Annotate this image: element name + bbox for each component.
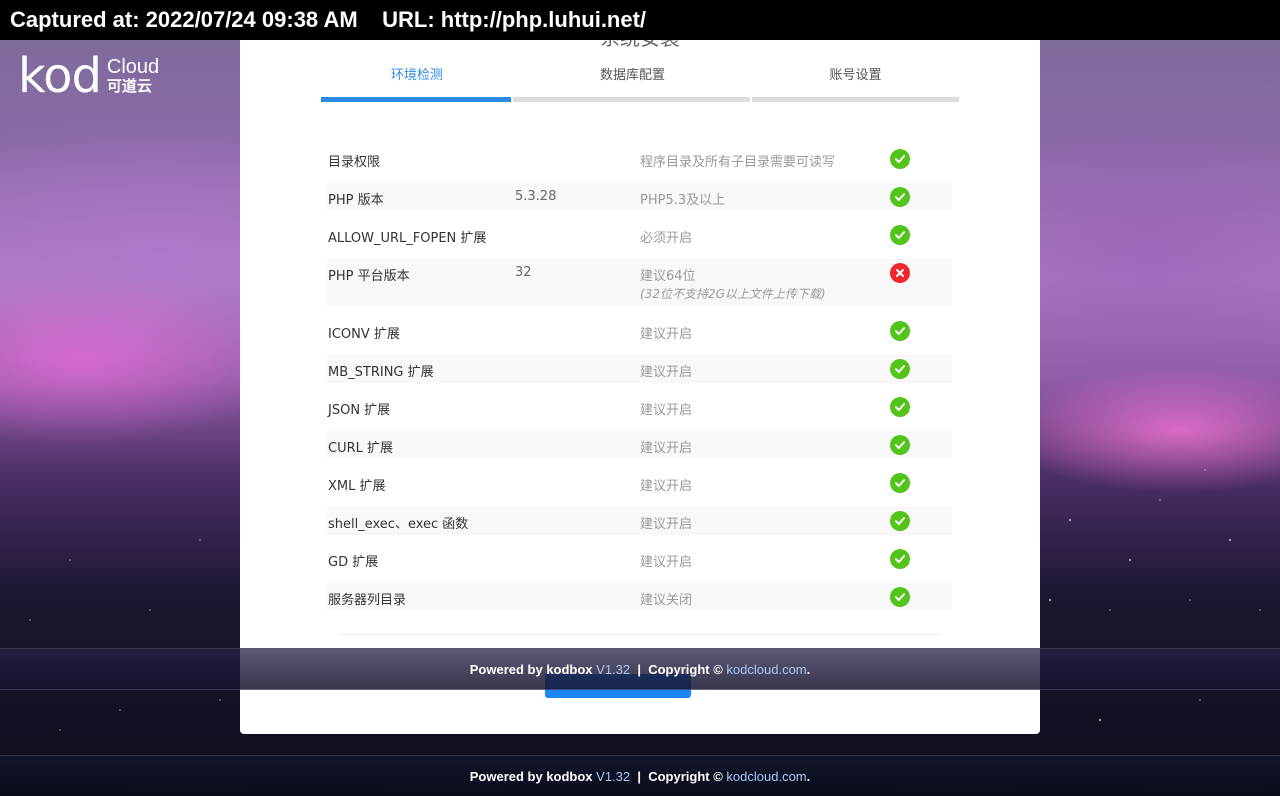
logo-brand: kod: [18, 48, 102, 104]
status-ok-icon: [890, 149, 910, 169]
check-icon: [895, 231, 905, 239]
check-row: ICONV 扩展 建议开启: [327, 312, 952, 350]
check-icon: [895, 593, 905, 601]
check-requirement: 程序目录及所有子目录需要可读写: [640, 155, 836, 170]
check-icon: [895, 155, 905, 163]
divider: [340, 634, 940, 635]
check-row: PHP 版本 5.3.28 PHP5.3及以上: [327, 183, 952, 211]
logo-cloud: Cloud: [106, 56, 160, 78]
check-icon: [895, 193, 905, 201]
status-ok-icon: [890, 321, 910, 341]
check-row: PHP 平台版本 32 建议64位 (32位不支持2G以上文件上传下载): [327, 259, 952, 307]
status-ok-icon: [890, 587, 910, 607]
check-name: ALLOW_URL_FOPEN 扩展: [328, 231, 487, 246]
footer-link[interactable]: kodcloud.com: [726, 662, 806, 677]
check-row: shell_exec、exec 函数 建议开启: [327, 507, 952, 535]
check-icon: [895, 517, 905, 525]
check-name: shell_exec、exec 函数: [328, 517, 469, 532]
check-row: JSON 扩展 建议开启: [327, 388, 952, 426]
check-requirement: 建议64位: [640, 269, 696, 284]
page-title: 系统安装: [240, 40, 1040, 51]
check-row: 目录权限 程序目录及所有子目录需要可读写: [327, 140, 952, 178]
check-icon: [895, 365, 905, 373]
environment-check-table: 目录权限 程序目录及所有子目录需要可读写 PHP 版本 5.3.28 PHP5.3及以上…: [327, 140, 952, 616]
status-ok-icon: [890, 397, 910, 417]
logo-cn: 可道云: [106, 77, 152, 95]
install-card: 系统安装 环境检测 数据库配置 账号设置 目录权限 程序目录及所有子目录需要可读写…: [240, 40, 1040, 734]
check-requirement: 建议开启: [640, 441, 693, 456]
capture-banner: Captured at: 2022/07/24 09:38 AM URL: ht…: [0, 0, 1280, 40]
check-requirement: 建议开启: [640, 555, 693, 570]
check-requirement: 建议开启: [640, 517, 693, 532]
check-requirement: 建议关闭: [640, 593, 693, 608]
status-ok-icon: [890, 511, 910, 531]
status-ok-icon: [890, 473, 910, 493]
status-ok-icon: [890, 549, 910, 569]
cross-icon: [896, 269, 904, 277]
check-requirement: 建议开启: [640, 327, 693, 342]
check-name: PHP 平台版本: [328, 269, 410, 284]
check-row: GD 扩展 建议开启: [327, 540, 952, 578]
check-name: JSON 扩展: [328, 403, 391, 418]
check-requirement: 建议开启: [640, 479, 693, 494]
check-value: 5.3.28: [515, 189, 557, 204]
status-ok-icon: [890, 225, 910, 245]
footer-overlay: Powered by kodbox V1.32 | Copyright © ko…: [0, 648, 1280, 690]
footer-version: V1.32: [596, 768, 631, 784]
footer-version: V1.32: [596, 661, 631, 677]
check-name: GD 扩展: [328, 555, 379, 570]
check-name: 目录权限: [328, 155, 381, 170]
check-requirement: 建议开启: [640, 403, 693, 418]
status-ok-icon: [890, 359, 910, 379]
tab-database-config[interactable]: 数据库配置: [513, 60, 752, 102]
check-requirement: 建议开启: [640, 365, 693, 380]
check-row: ALLOW_URL_FOPEN 扩展 必须开启: [327, 216, 952, 254]
footer-end: .: [806, 661, 811, 677]
check-row: XML 扩展 建议开启: [327, 464, 952, 502]
footer-copyright: | Copyright ©: [630, 661, 727, 677]
check-name: MB_STRING 扩展: [328, 365, 434, 380]
check-value: 32: [515, 265, 532, 280]
tab-environment-check[interactable]: 环境检测: [321, 60, 513, 102]
check-row: MB_STRING 扩展 建议开启: [327, 355, 952, 383]
footer-powered: Powered by kodbox: [469, 768, 597, 784]
status-ok-icon: [890, 435, 910, 455]
check-icon: [895, 555, 905, 563]
check-icon: [895, 441, 905, 449]
check-icon: [895, 479, 905, 487]
check-requirement: PHP5.3及以上: [640, 193, 726, 208]
check-name: ICONV 扩展: [328, 327, 400, 342]
install-steps-tabs: 环境检测 数据库配置 账号设置: [321, 60, 959, 102]
logo: kod Cloud 可道云: [18, 48, 160, 104]
check-icon: [895, 327, 905, 335]
check-name: PHP 版本: [328, 193, 384, 208]
status-ok-icon: [890, 187, 910, 207]
footer: Powered by kodbox V1.32 | Copyright © ko…: [0, 755, 1280, 796]
check-name: XML 扩展: [328, 479, 386, 494]
check-row: CURL 扩展 建议开启: [327, 431, 952, 459]
footer-link[interactable]: kodcloud.com: [726, 769, 806, 784]
check-name: 服务器列目录: [328, 593, 407, 608]
status-fail-icon: [890, 263, 910, 283]
check-row: 服务器列目录 建议关闭: [327, 583, 952, 611]
footer-copyright: | Copyright ©: [630, 768, 727, 784]
check-name: CURL 扩展: [328, 441, 394, 456]
footer-powered: Powered by kodbox: [469, 661, 597, 677]
footer-end: .: [806, 768, 811, 784]
tab-account-settings[interactable]: 账号设置: [752, 60, 959, 102]
check-requirement: 必须开启: [640, 231, 693, 246]
check-note: (32位不支持2G以上文件上传下载): [640, 287, 826, 301]
check-icon: [895, 403, 905, 411]
